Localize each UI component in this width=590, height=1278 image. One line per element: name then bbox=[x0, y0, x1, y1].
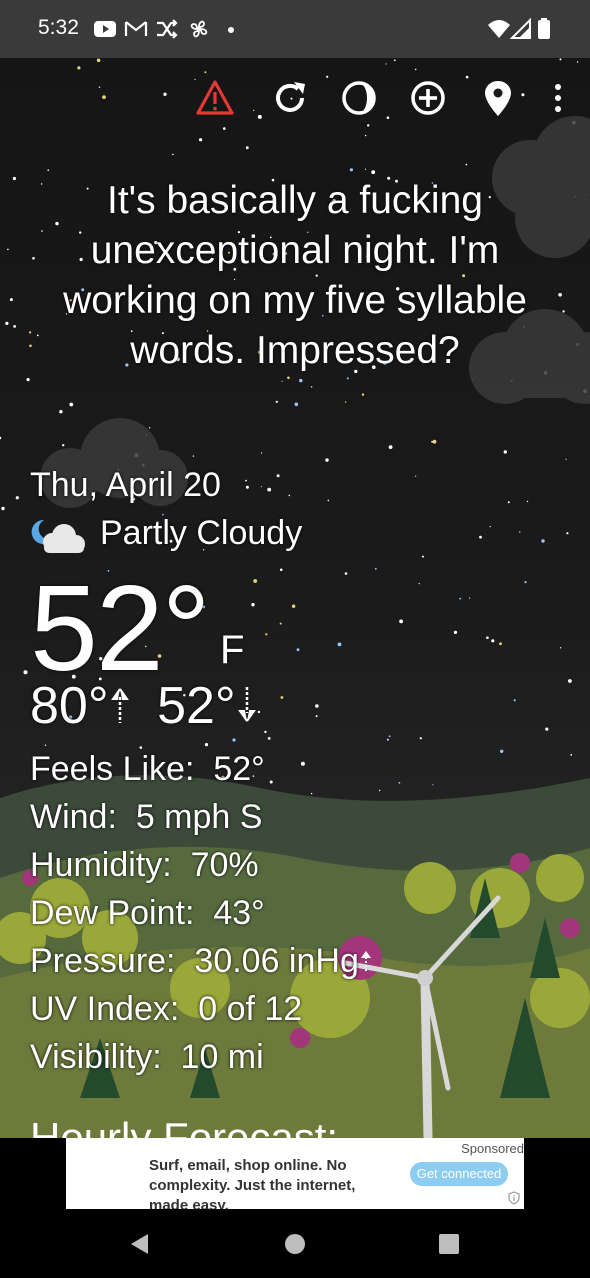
temperature-unit: F bbox=[220, 628, 245, 672]
arrow-down-icon bbox=[237, 687, 256, 722]
detail-value: 5 mph S bbox=[135, 798, 263, 836]
moon-phase-icon[interactable] bbox=[339, 78, 379, 118]
detail-label: Dew Point: bbox=[30, 894, 195, 932]
status-bar: 5:32 bbox=[0, 0, 590, 58]
current-date: Thu, April 20 bbox=[30, 466, 221, 504]
alert-icon[interactable] bbox=[195, 78, 235, 118]
location-pin-icon[interactable] bbox=[478, 78, 518, 118]
more-vert-icon[interactable] bbox=[538, 78, 578, 118]
detail-value: 30.06 inHg bbox=[194, 942, 359, 980]
youtube-icon bbox=[94, 21, 116, 37]
detail-label: Visibility: bbox=[30, 1038, 162, 1076]
detail-label: Humidity: bbox=[30, 846, 172, 884]
detail-value: 52° bbox=[213, 750, 265, 788]
detail-label: Wind: bbox=[30, 798, 117, 836]
snark-message: It's basically a fucking unexceptional n… bbox=[63, 179, 527, 372]
ad-text[interactable]: Surf, email, shop online. No complexity.… bbox=[149, 1156, 379, 1209]
detail-label: Feels Like: bbox=[30, 750, 195, 788]
hourly-forecast-title: Hourly Forecast: bbox=[30, 1114, 339, 1138]
detail-label: Pressure: bbox=[30, 942, 176, 980]
signal-icon bbox=[510, 17, 531, 39]
ad-banner[interactable]: Sponsored Surf, email, shop online. No c… bbox=[66, 1138, 524, 1209]
detail-label: UV Index: bbox=[30, 990, 180, 1028]
current-condition: Partly Cloudy bbox=[100, 514, 303, 552]
high-low: 80° 52° bbox=[30, 676, 258, 736]
status-time: 5:32 bbox=[38, 16, 79, 39]
detail-uv-index: UV Index: 0 of 12 bbox=[30, 990, 302, 1029]
ad-cta-button[interactable]: Get connected bbox=[410, 1162, 508, 1186]
back-icon[interactable] bbox=[128, 1232, 152, 1256]
detail-value: 10 mi bbox=[180, 1038, 264, 1076]
detail-value: 70% bbox=[190, 846, 259, 884]
ad-sponsored-label: Sponsored bbox=[461, 1141, 524, 1156]
partly-cloudy-night-icon bbox=[31, 519, 85, 553]
fan-icon bbox=[190, 20, 208, 38]
ad-info-icon[interactable] bbox=[507, 1191, 521, 1205]
detail-value: 0 of 12 bbox=[198, 990, 303, 1028]
add-location-icon[interactable] bbox=[408, 78, 448, 118]
detail-dew-point: Dew Point: 43° bbox=[30, 894, 265, 933]
pressure-rising-icon bbox=[360, 951, 371, 973]
detail-feels-like: Feels Like: 52° bbox=[30, 750, 265, 789]
recents-icon[interactable] bbox=[437, 1232, 461, 1256]
detail-pressure: Pressure: 30.06 inHg bbox=[30, 942, 373, 981]
home-icon[interactable] bbox=[283, 1232, 307, 1256]
dot-icon bbox=[228, 27, 234, 33]
detail-humidity: Humidity: 70% bbox=[30, 846, 259, 885]
weather-background: It's basically a fucking unexceptional n… bbox=[0, 58, 590, 1138]
wifi-icon bbox=[488, 20, 510, 38]
gmail-icon bbox=[124, 21, 148, 36]
navigation-bar bbox=[0, 1209, 590, 1278]
shuffle-icon bbox=[157, 19, 178, 39]
low-temp: 52° bbox=[157, 677, 236, 735]
detail-visibility: Visibility: 10 mi bbox=[30, 1038, 264, 1077]
high-temp: 80° bbox=[30, 677, 109, 735]
detail-wind: Wind: 5 mph S bbox=[30, 798, 262, 837]
refresh-icon[interactable] bbox=[270, 78, 310, 118]
arrow-up-icon bbox=[110, 688, 129, 723]
detail-value: 43° bbox=[213, 894, 265, 932]
battery-icon bbox=[538, 18, 550, 39]
